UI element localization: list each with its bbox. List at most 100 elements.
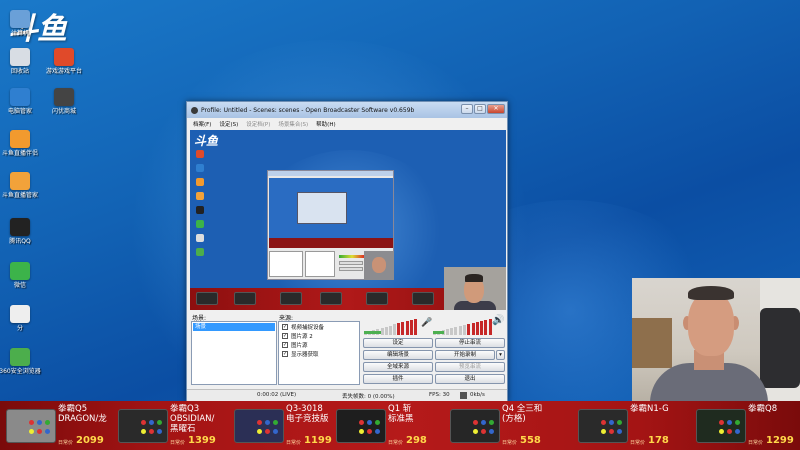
preview-stream-button[interactable]: 预览串流	[435, 362, 505, 372]
desktop-icon[interactable]: 游戏游戏平台	[42, 48, 86, 75]
volume-meter-bar	[397, 323, 401, 335]
scenes-list[interactable]: 场景	[191, 321, 277, 385]
product-price: 1199	[304, 435, 332, 446]
desktop-icon[interactable]: 计算机	[0, 10, 42, 37]
desktop-icon[interactable]: 微信	[0, 262, 42, 289]
source-item[interactable]: ✓ 图片源 2	[279, 331, 359, 340]
close-button[interactable]: ✕	[487, 104, 505, 114]
arcade-button-icon	[735, 420, 740, 425]
exit-button[interactable]: 退出	[435, 374, 505, 384]
volume-meter-bar	[388, 325, 392, 335]
scene-item[interactable]: 场景	[193, 323, 275, 331]
nested-webcam-feed	[364, 251, 394, 280]
desktop-level-bar	[364, 331, 382, 334]
product-card[interactable]: 拳霸N1-G 日常价 178	[572, 401, 682, 450]
arcade-stick-image	[6, 409, 56, 443]
edit-scene-button[interactable]: 编辑场景	[363, 350, 433, 360]
plugins-button[interactable]: 插件	[363, 374, 433, 384]
desktop-app-icon	[10, 348, 30, 366]
webcam-overlay	[632, 278, 800, 401]
menu-settings[interactable]: 设定(S)	[219, 120, 238, 128]
product-price-label: 日常价	[388, 440, 404, 446]
arcade-button-icon	[37, 420, 42, 425]
product-price: 1299	[766, 435, 794, 446]
microphone-icon[interactable]: 🎤	[421, 318, 432, 328]
arcade-stick-image	[336, 409, 386, 443]
source-item[interactable]: ✓ 视频捕捉设备	[279, 322, 359, 331]
mic-level-bar	[433, 331, 444, 334]
source-checkbox[interactable]: ✓	[282, 332, 288, 339]
obs-titlebar[interactable]: Profile: Untitled - Scenes: scenes - Ope…	[187, 102, 507, 118]
desktop-icon-label: 游戏游戏平台	[45, 68, 82, 75]
desktop-icon-label: 腾讯QQ	[9, 238, 31, 245]
start-recording-button[interactable]: 开始录制	[435, 350, 495, 360]
arcade-button-icon	[45, 429, 50, 434]
product-name: 拳霸Q3 OBSIDIAN/ 黑曜石	[170, 404, 215, 434]
global-sources-button[interactable]: 全域来源	[363, 362, 433, 372]
desktop-app-icon	[10, 130, 30, 148]
sources-list[interactable]: ✓ 视频捕捉设备 ✓ 图片源 2 ✓ 图片源 ✓ 显示器获取	[278, 321, 360, 385]
desktop-icon[interactable]: 电脑管家	[0, 88, 42, 115]
volume-meter-bar	[445, 329, 449, 335]
desktop-icon[interactable]: 360安全浏览器	[0, 348, 42, 375]
arcade-button-icon	[473, 420, 478, 425]
arcade-stick-image	[696, 409, 746, 443]
arcade-button-icon	[375, 420, 380, 425]
arcade-button-icon	[601, 429, 606, 434]
arcade-button-icon	[157, 420, 162, 425]
desktop-icon[interactable]: 斗鱼直播管家	[0, 172, 42, 199]
speaker-icon[interactable]: 🔊	[492, 315, 504, 326]
stop-stream-button[interactable]: 停止串流	[435, 338, 505, 348]
product-card[interactable]: 拳霸Q5 DRAGON/龙 日常价 2099	[0, 401, 110, 450]
arcade-button-icon	[735, 429, 740, 434]
source-item[interactable]: ✓ 显示器获取	[279, 349, 359, 358]
minimize-button[interactable]: –	[461, 104, 473, 114]
product-card[interactable]: 拳霸Q8 日常价 1299	[690, 401, 800, 450]
recording-dropdown-arrow[interactable]: ▾	[496, 350, 505, 360]
product-card[interactable]: Q3-3018 电子竞技版 日常价 1199	[228, 401, 338, 450]
desktop-icon-label: 计算机	[10, 30, 29, 37]
fps-readout: FPS: 30	[429, 392, 450, 398]
desktop-icon[interactable]: 腾讯QQ	[0, 218, 42, 245]
maximize-button[interactable]: □	[474, 104, 486, 114]
source-checkbox[interactable]: ✓	[282, 350, 288, 357]
preview-douyu-logo: 斗鱼	[194, 134, 219, 148]
arcade-button-icon	[473, 429, 478, 434]
arcade-button-icon	[609, 420, 614, 425]
product-price: 558	[520, 435, 541, 446]
source-checkbox[interactable]: ✓	[282, 341, 288, 348]
source-checkbox[interactable]: ✓	[282, 323, 288, 330]
product-name: 拳霸Q8	[748, 404, 778, 414]
settings-button[interactable]: 设定	[363, 338, 433, 348]
desktop-icon-label: 360安全浏览器	[0, 368, 41, 375]
obs-window[interactable]: Profile: Untitled - Scenes: scenes - Ope…	[186, 101, 508, 402]
stream-time: 0:00:02 (LIVE)	[257, 392, 297, 398]
menu-file[interactable]: 档案(F)	[193, 120, 211, 128]
arcade-button-icon	[273, 429, 278, 434]
desktop-app-icon	[10, 172, 30, 190]
product-card[interactable]: 拳霸Q3 OBSIDIAN/ 黑曜石 日常价 1399	[112, 401, 222, 450]
volume-meter-bar	[413, 319, 417, 335]
desktop-icon[interactable]: 闪优商城	[42, 88, 86, 115]
menu-help[interactable]: 帮助(H)	[316, 120, 335, 128]
source-item[interactable]: ✓ 图片源	[279, 340, 359, 349]
desktop-icon[interactable]: 分	[0, 305, 42, 332]
product-card[interactable]: Q1 斩 标准黑 日常价 298	[330, 401, 440, 450]
arcade-button-icon	[719, 420, 724, 425]
arcade-button-icon	[481, 429, 486, 434]
volume-meter-bar	[484, 320, 488, 335]
menu-profiles[interactable]: 设定档(P)	[246, 120, 270, 128]
obs-app-icon	[191, 106, 198, 114]
menu-scene-collections[interactable]: 场景集合(S)	[278, 120, 308, 128]
desktop-app-icon	[10, 218, 30, 236]
product-price-label: 日常价	[748, 440, 764, 446]
obs-status-bar: 0:00:02 (LIVE) 丢失帧数: 0 (0.00%) FPS: 30 0…	[187, 389, 507, 401]
product-card[interactable]: Q4 全三和 (方格) 日常价 558	[444, 401, 554, 450]
desktop-icon[interactable]: 回收站	[0, 48, 42, 75]
volume-meter-bar	[475, 322, 479, 335]
arcade-button-icon	[29, 420, 34, 425]
desktop-icon[interactable]: 斗鱼直播伴侣	[0, 130, 42, 157]
volume-meter-bar	[384, 326, 388, 335]
arcade-button-icon	[149, 420, 154, 425]
product-price-label: 日常价	[58, 440, 74, 446]
